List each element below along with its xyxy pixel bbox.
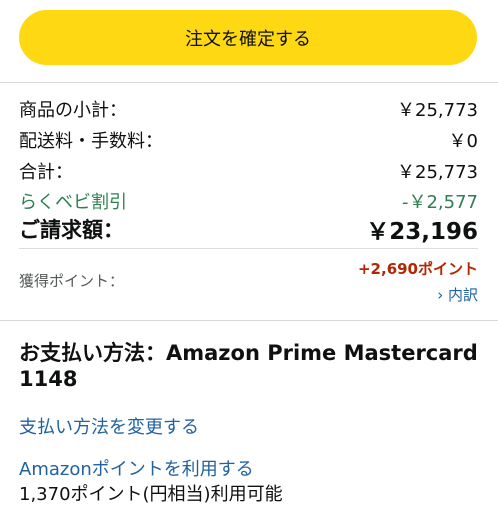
- discount-label: らくベビ割引: [19, 192, 127, 213]
- points-value: +2,690ポイント: [357, 260, 478, 278]
- use-amazon-points-link[interactable]: Amazonポイントを利用する: [19, 455, 254, 481]
- order-total-row: ご請求額： ￥23,196: [19, 214, 478, 245]
- points-breakdown-link[interactable]: › 内訳: [437, 284, 478, 305]
- order-total-label: ご請求額：: [19, 218, 124, 242]
- discount-value: -￥2,577: [401, 192, 478, 213]
- total-label: 合計：: [19, 162, 73, 183]
- confirm-area: 注文を確定する: [0, 0, 498, 82]
- shipping-value: ￥0: [448, 131, 478, 152]
- place-order-button[interactable]: 注文を確定する: [19, 10, 477, 65]
- shipping-label: 配送料・手数料：: [19, 131, 163, 152]
- payment-method-title: お支払い方法：Amazon Prime Mastercard 1148: [19, 341, 478, 391]
- subtotal-label: 商品の小計：: [19, 100, 127, 121]
- summary-separator: [19, 248, 478, 249]
- order-total-value: ￥23,196: [366, 219, 478, 245]
- shipping-row: 配送料・手数料： ￥0: [19, 127, 478, 153]
- total-row: 合計： ￥25,773: [19, 158, 478, 184]
- total-value: ￥25,773: [397, 162, 478, 183]
- discount-row: らくベビ割引 -￥2,577: [19, 188, 478, 214]
- subtotal-row: 商品の小計： ￥25,773: [19, 96, 478, 122]
- change-payment-link[interactable]: 支払い方法を変更する: [19, 413, 199, 439]
- available-points-text: 1,370ポイント(円相当)利用可能: [19, 484, 283, 505]
- subtotal-value: ￥25,773: [397, 100, 478, 121]
- points-label: 獲得ポイント：: [19, 272, 125, 290]
